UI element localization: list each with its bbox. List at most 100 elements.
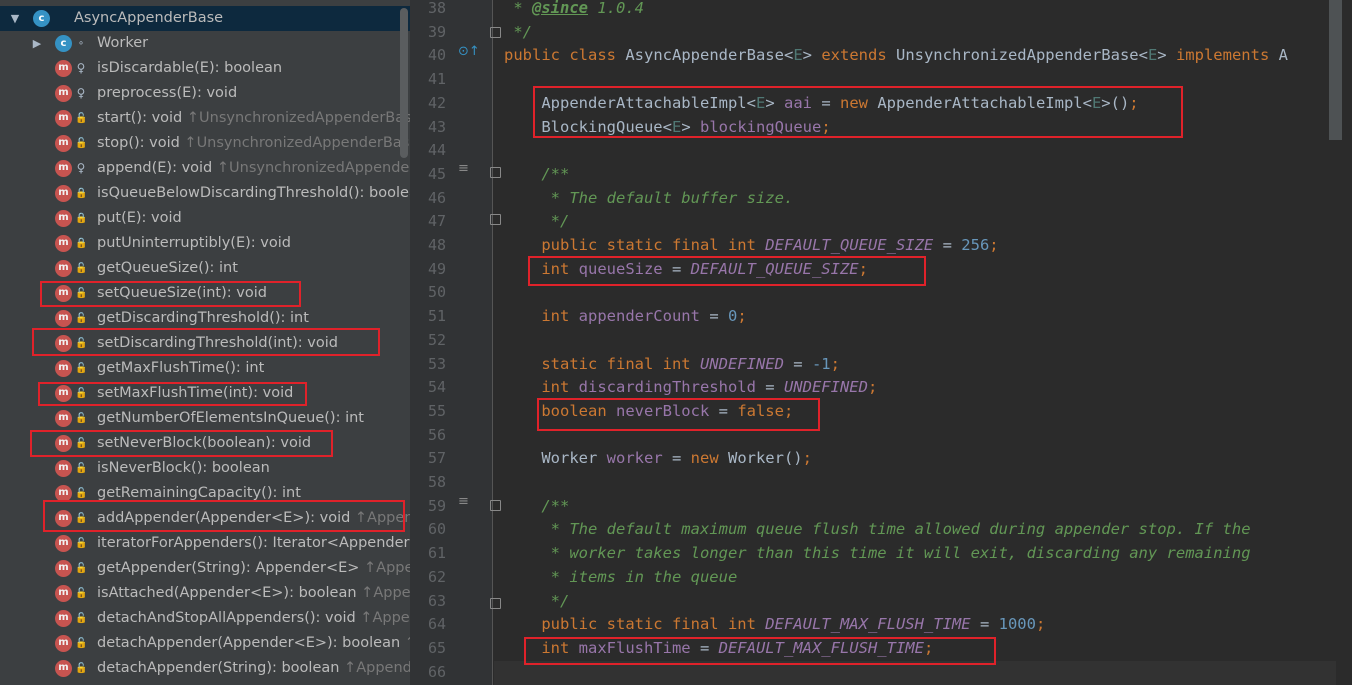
public-lock-icon: 🔓 [75,363,88,374]
code-line[interactable]: public static final int DEFAULT_QUEUE_SI… [504,234,998,258]
tree-item-label: detachAppender(Appender<E>): boolean ↑Ap… [97,631,410,656]
implements-icon[interactable]: ⊙↑ [458,44,480,59]
code-line[interactable]: * The default buffer size. [504,187,794,211]
tree-item-method[interactable]: m 🔒 put(E): void [0,206,410,231]
method-icon: m [55,410,72,427]
code-token: > [1157,46,1176,65]
tree-item-class[interactable]: ▼ c AsyncAppenderBase [0,6,410,31]
code-token: static final int [504,354,700,373]
fold-marker-icon[interactable] [490,27,501,38]
code-token: /** [504,164,570,183]
code-line[interactable]: * The default maximum queue flush time a… [504,518,1251,542]
fold-marker-icon[interactable] [490,167,501,178]
tree-item-method[interactable]: m ♀ isDiscardable(E): boolean [0,56,410,81]
tree-item-method[interactable]: m 🔓 isNeverBlock(): boolean [0,456,410,481]
line-number: 45 [427,164,446,183]
javadoc-icon[interactable]: ≡ [458,161,469,176]
code-line[interactable]: */ [504,590,570,614]
javadoc-icon[interactable]: ≡ [458,494,469,509]
fold-marker-icon[interactable] [490,598,501,609]
method-icon: m [55,135,72,152]
code-line[interactable]: /** [504,163,569,187]
line-number: 59 [427,496,446,515]
inherited-from-label: ↑AppenderAttachable [361,585,410,601]
code-editor[interactable]: 38 39 40 41 42 43 44 45 46 47 48 49 50 51 52 53 54 55 56 57… [410,0,1352,685]
tree-item-method[interactable]: m 🔓 detachAppender(String): boolean ↑Appen… [0,656,410,681]
tree-item-method[interactable]: m 🔓 isAttached(Appender<E>): boolean ↑Appe… [0,581,410,606]
code-token: -1 [811,354,831,373]
chevron-right-icon[interactable]: ▶ [30,31,44,56]
method-icon: m [55,660,72,677]
tree-item-method[interactable]: m ♀ append(E): void ↑UnsynchronizedAppende… [0,156,410,181]
code-line[interactable]: * @since 1.0.4 [504,0,644,21]
code-line[interactable]: * items in the queue [504,566,738,590]
tree-item-method[interactable]: m 🔒 putUninterruptibly(E): void [0,231,410,256]
line-number: 57 [427,449,446,468]
tree-item-method[interactable]: m 🔓 getQueueSize(): int [0,256,410,281]
class-icon: c [33,10,50,27]
tree-item-label: getAppender(String): Appender<E> ↑Append… [97,556,410,581]
tree-item-label: append(E): void ↑UnsynchronizedAppenderB… [97,156,410,181]
line-number: 64 [427,615,446,634]
tree-item-method[interactable]: m 🔓 detachAndStopAllAppenders(): void ↑App… [0,606,410,631]
code-line[interactable]: Worker worker = new Worker(); [504,447,812,471]
line-number: 43 [427,117,446,136]
line-number: 63 [427,591,446,610]
line-number: 42 [427,93,446,112]
editor-scrollbar[interactable] [1329,0,1342,140]
tree-item-method[interactable]: m🔓 detachAppender(Appender<E>): boolean ↑… [0,631,410,656]
tree-item-method[interactable]: m 🔓 getMaxFlushTime(): int [0,356,410,381]
code-token: appenderCount [578,307,700,326]
code-token: > [802,46,822,65]
fold-marker-icon[interactable] [490,500,501,511]
method-icon: m [55,635,72,652]
fold-marker-icon[interactable] [490,214,501,225]
public-lock-icon: 🔓 [75,113,88,124]
tree-item-label: stop(): void ↑UnsynchronizedAppenderBase [97,131,410,156]
code-token: = [933,236,962,254]
structure-scrollbar[interactable] [400,8,408,158]
method-icon: m [55,585,72,602]
public-lock-icon: 🔓 [75,563,88,574]
line-number: 54 [427,378,446,397]
public-lock-icon: 🔓 [75,588,88,599]
code-line[interactable]: int discardingThreshold = UNDEFINED; [504,376,877,400]
line-number: 44 [427,141,446,160]
public-lock-icon: 🔓 [75,263,88,274]
tree-item-class[interactable]: ▶ c ∘ Worker [0,31,410,56]
tree-item-method[interactable]: m 🔒 isQueueBelowDiscardingThreshold(): boo… [0,181,410,206]
method-icon: m [55,310,72,327]
code-token: worker [606,449,663,468]
private-lock-icon: 🔒 [75,213,88,224]
line-number: 39 [427,22,446,41]
code-token: A [1278,46,1288,65]
tree-item-method[interactable]: m ♀ preprocess(E): void [0,81,410,106]
tree-item-method[interactable]: m 🔓 start(): void ↑UnsynchronizedAppenderB… [0,106,410,131]
code-line[interactable]: public static final int DEFAULT_MAX_FLUS… [504,613,1045,637]
tree-item-label: putUninterruptibly(E): void [97,235,291,251]
code-token: new [690,449,728,468]
chevron-down-icon[interactable]: ▼ [8,6,22,31]
code-line[interactable]: */ [504,210,570,234]
tree-item-method[interactable]: m 🔓 stop(): void ↑UnsynchronizedAppenderBa… [0,131,410,156]
highlight-box [38,382,307,406]
code-line[interactable]: /** [504,495,569,519]
code-token: UNDEFINED [699,354,784,373]
code-token: AsyncAppenderBase< [625,46,794,65]
line-number: 56 [427,425,446,444]
code-token: DEFAULT_QUEUE_SIZE [765,236,934,254]
code-line[interactable]: static final int UNDEFINED = -1; [504,353,840,377]
method-icon: m [55,110,72,127]
tree-item-method[interactable]: m 🔓 iteratorForAppenders(): Iterator<Appen… [0,531,410,556]
line-number: 60 [427,520,446,539]
code-line[interactable]: * worker takes longer than this time it … [504,542,1251,566]
code-token: = [699,307,728,326]
tree-item-method[interactable]: m 🔓 getAppender(String): Appender<E> ↑Appe… [0,556,410,581]
tree-item-method[interactable]: m 🔓 getNumberOfElementsInQueue(): int [0,406,410,431]
code-line[interactable]: */ [504,21,532,45]
code-line[interactable]: int appenderCount = 0; [504,305,746,329]
method-icon: m [55,60,72,77]
static-icon: ∘ [77,38,85,49]
code-line[interactable]: public class AsyncAppenderBase<E> extend… [504,44,1288,68]
code-token: = [970,615,999,634]
